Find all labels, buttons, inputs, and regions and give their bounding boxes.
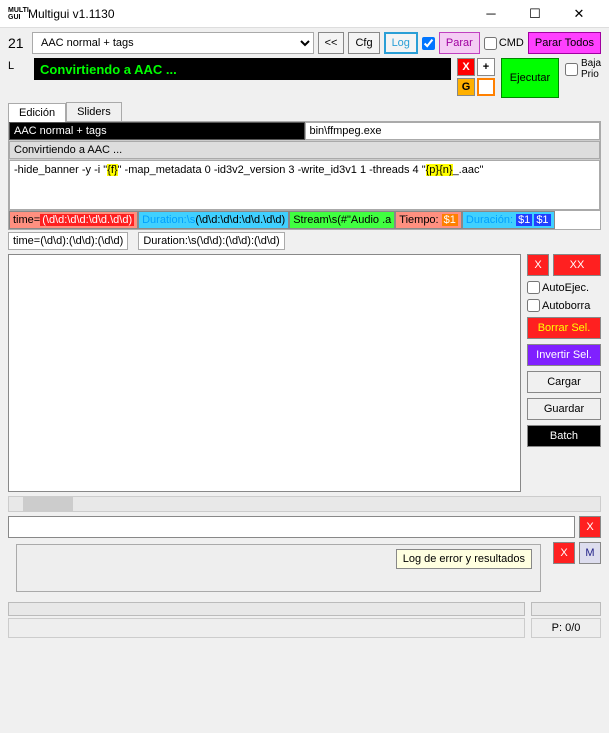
toolbar-row: 21 AAC normal + tags << Cfg Log Parar CM… bbox=[0, 28, 609, 58]
preset-field[interactable]: AAC normal + tags bbox=[9, 122, 305, 140]
titlebar: MULTIGUI Multigui v1.1130 ─ ☐ ✕ bbox=[0, 0, 609, 28]
prev-button[interactable]: << bbox=[318, 32, 345, 54]
borrar-sel-button[interactable]: Borrar Sel. bbox=[527, 317, 601, 339]
path-input[interactable] bbox=[8, 516, 575, 538]
mode-letter: L bbox=[8, 58, 28, 72]
clear-button[interactable]: X bbox=[457, 58, 475, 76]
log-button[interactable]: Log bbox=[384, 32, 418, 54]
app-icon: MULTIGUI bbox=[8, 7, 24, 21]
add-button[interactable]: + bbox=[477, 58, 495, 76]
clear-log-button[interactable]: X bbox=[553, 542, 575, 564]
time-regex-2[interactable]: time=(\d\d):(\d\d):(\d\d) bbox=[8, 232, 128, 250]
cmd-label: CMD bbox=[499, 37, 524, 49]
progress-2 bbox=[531, 602, 601, 616]
progress-row bbox=[8, 602, 601, 616]
log-checkbox[interactable] bbox=[422, 37, 435, 50]
parar-button[interactable]: Parar bbox=[439, 32, 480, 54]
list-scrollbar[interactable] bbox=[8, 496, 601, 512]
footer-status bbox=[8, 618, 525, 638]
duration-regex[interactable]: Duration:\s(\d\d:\d\d:\d\d.\d\d) bbox=[138, 211, 289, 229]
remove-all-button[interactable]: XX bbox=[553, 254, 601, 276]
remove-button[interactable]: X bbox=[527, 254, 549, 276]
tab-edicion[interactable]: Edición bbox=[8, 103, 66, 122]
guardar-button[interactable]: Guardar bbox=[527, 398, 601, 420]
maximize-button[interactable]: ☐ bbox=[513, 0, 557, 28]
footer-counter: P: 0/0 bbox=[531, 618, 601, 638]
m-button[interactable]: M bbox=[579, 542, 601, 564]
ejecutar-button[interactable]: Ejecutar bbox=[501, 58, 559, 98]
duration-regex-2[interactable]: Duration:\s(\d\d):(\d\d):(\d\d) bbox=[138, 232, 284, 250]
cargar-button[interactable]: Cargar bbox=[527, 371, 601, 393]
invertir-sel-button[interactable]: Invertir Sel. bbox=[527, 344, 601, 366]
progress-1 bbox=[8, 602, 525, 616]
close-button[interactable]: ✕ bbox=[557, 0, 601, 28]
stream-regex[interactable]: Stream\s(#"Audio .a bbox=[289, 211, 395, 229]
parar-todos-button[interactable]: Parar Todos bbox=[528, 32, 601, 54]
orange-button[interactable] bbox=[477, 78, 495, 96]
status-bar: Convirtiendo a AAC ... bbox=[34, 58, 451, 80]
edit-panel: AAC normal + tags bin\ffmpeg.exe Convirt… bbox=[8, 121, 601, 230]
tiempo-out[interactable]: Tiempo: $1 bbox=[395, 211, 462, 229]
cfg-button[interactable]: Cfg bbox=[348, 32, 379, 54]
g-button[interactable]: G bbox=[457, 78, 475, 96]
tab-bar: Edición Sliders bbox=[0, 102, 609, 121]
window-title: Multigui v1.1130 bbox=[24, 7, 469, 21]
cmd-checkbox[interactable]: CMD bbox=[484, 37, 524, 50]
side-buttons: X XX AutoEjec. Autoborra Borrar Sel. Inv… bbox=[527, 254, 601, 492]
exe-field[interactable]: bin\ffmpeg.exe bbox=[305, 122, 601, 140]
status-row: L Convirtiendo a AAC ... X + G Ejecutar … bbox=[0, 58, 609, 102]
time-regex[interactable]: time=(\d\d:\d\d:\d\d.\d\d) bbox=[9, 211, 138, 229]
counter-label: 21 bbox=[8, 35, 28, 51]
log-tooltip: Log de error y resultados bbox=[396, 549, 532, 569]
preset-combo[interactable]: AAC normal + tags bbox=[32, 32, 314, 54]
regex-row-2: time=(\d\d):(\d\d):(\d\d) Duration:\s(\d… bbox=[8, 232, 601, 250]
clear-input-button[interactable]: X bbox=[579, 516, 601, 538]
tab-sliders[interactable]: Sliders bbox=[66, 102, 122, 121]
regex-row-1: time=(\d\d:\d\d:\d\d.\d\d) Duration:\s(\… bbox=[9, 210, 600, 229]
main-area: X XX AutoEjec. Autoborra Borrar Sel. Inv… bbox=[8, 254, 601, 492]
bottom-input-row: X bbox=[8, 516, 601, 538]
minimize-button[interactable]: ─ bbox=[469, 0, 513, 28]
autoejec-checkbox[interactable]: AutoEjec. bbox=[527, 281, 601, 294]
baja-prio-checkbox[interactable]: BajaPrio bbox=[565, 58, 601, 80]
log-area[interactable]: Log de error y resultados bbox=[16, 544, 541, 592]
file-list[interactable] bbox=[8, 254, 521, 492]
command-field[interactable]: -hide_banner -y -i "{f}" -map_metadata 0… bbox=[9, 160, 600, 210]
duracion-out[interactable]: Duración: $1$1 bbox=[462, 211, 555, 229]
batch-button[interactable]: Batch bbox=[527, 425, 601, 447]
desc-field[interactable]: Convirtiendo a AAC ... bbox=[9, 141, 600, 159]
autoborra-checkbox[interactable]: Autoborra bbox=[527, 299, 601, 312]
footer: P: 0/0 bbox=[8, 618, 601, 638]
